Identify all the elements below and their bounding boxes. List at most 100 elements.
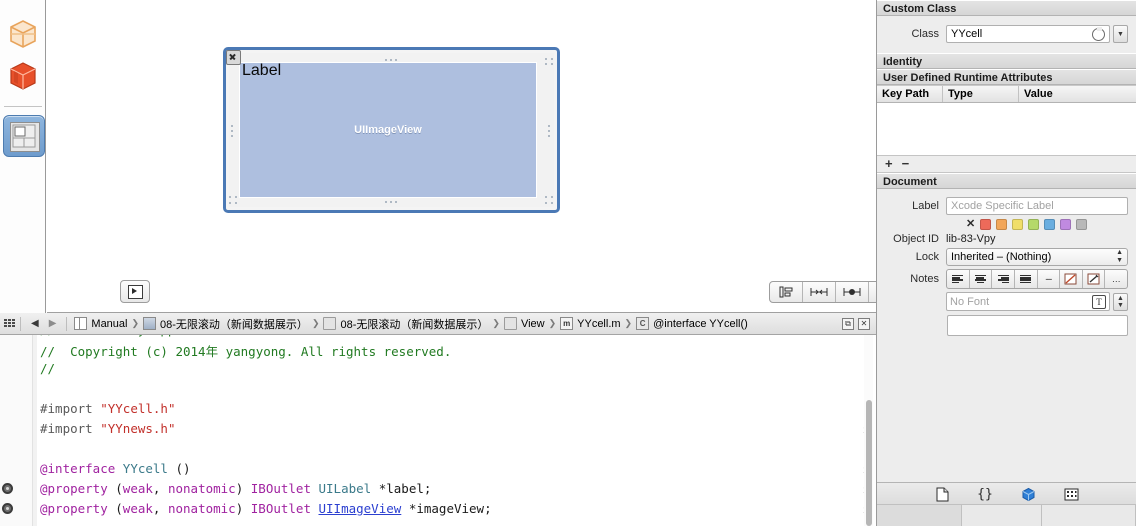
code-token: "YYnews.h" [100,421,176,436]
color-swatch-blue[interactable] [1044,219,1056,230]
lock-select[interactable]: Inherited – (Nothing) ▲ ▼ [946,248,1128,266]
code-token: weak [122,481,153,496]
jumpbar-item-project[interactable]: 08-无限滚动（新闻数据展示） [141,316,310,332]
object-library-icon[interactable] [3,115,45,157]
column-key-path: Key Path [877,86,943,102]
editor-line[interactable]: // Copyright (c) 2014年 yangyong. All rig… [40,341,451,360]
related-items-icon[interactable] [4,319,15,328]
notes-row: Notes --- … [877,269,1136,289]
folder-icon [503,317,517,330]
editor-line[interactable]: #import "YYnews.h" [40,421,175,436]
text-color-button[interactable] [1060,270,1083,288]
navigate-back-button[interactable]: ◀ [26,318,44,329]
editor-line[interactable]: @interface YYcell () [40,461,191,476]
add-attribute-button[interactable]: + [885,157,893,170]
lock-row: Lock Inherited – (Nothing) ▲ ▼ [877,248,1136,266]
class-dropdown-button[interactable]: ▼ [1113,25,1128,43]
editor-code-area[interactable]: // Created by apple on 14-8-3. // Copyrig… [40,335,876,526]
file-template-library-icon[interactable] [5,16,41,52]
uiimageview-element[interactable]: UIImageView [239,62,537,198]
pin-button[interactable] [803,282,836,302]
jumpbar-item-label: 08-无限滚动（新闻数据展示） [160,318,308,331]
jumpbar-item-file[interactable]: m YYcell.m [558,317,622,330]
add-editor-button[interactable]: ⧉ [842,317,854,330]
zoom-triangle-icon [132,288,137,294]
jumpbar-item-label: 08-无限滚动（新闻数据展示） [340,318,489,331]
notes-text-area[interactable] [947,315,1128,336]
chevron-right-icon: ❯ [311,318,320,328]
jumpbar-right-controls: ⧉ ✕ [842,317,876,330]
no-color-icon[interactable]: ✕ [966,219,975,230]
chevron-right-icon: ❯ [548,318,557,328]
notes-font-input[interactable]: No Font T [946,292,1110,311]
chevron-right-icon: ❯ [492,318,500,328]
interface-builder-canvas[interactable]: UIImageView Label [47,0,902,313]
editor-line[interactable]: @property (weak, nonatomic) IBOutlet UIL… [40,481,431,496]
bottom-cell-3[interactable] [1042,505,1136,526]
uilabel-element[interactable]: Label [242,63,281,79]
line-style-button[interactable]: --- [1038,270,1061,288]
class-label: Class [911,28,939,40]
document-label-input[interactable]: Xcode Specific Label [946,197,1128,215]
text-color-icon [1064,273,1077,285]
canvas-zoom-button[interactable] [120,280,150,303]
notes-more-button[interactable]: … [1105,270,1127,288]
color-swatch-yellow[interactable] [1012,219,1024,230]
code-token: @property [40,501,116,516]
color-swatch-orange[interactable] [996,219,1008,230]
align-center-button[interactable] [970,270,993,288]
editor-line-partial: // Created by apple on 14-8-3. [40,335,273,337]
color-swatch-gray[interactable] [1076,219,1088,230]
jumpbar-item-manual[interactable]: Manual [72,317,129,330]
remove-attribute-button[interactable]: − [902,157,910,170]
close-icon[interactable] [226,50,241,65]
align-button[interactable] [770,282,803,302]
bottom-cell-2[interactable] [962,505,1042,526]
align-right-button[interactable] [992,270,1015,288]
code-token: *label; [378,481,432,496]
class-input[interactable]: YYcell [946,25,1110,43]
code-editor[interactable]: // Created by apple on 14-8-3. // Copyrig… [0,335,876,526]
breakpoint-marker[interactable] [2,503,13,514]
project-icon [143,317,157,330]
code-token: *imageView; [401,501,492,516]
jumpbar-item-symbol[interactable]: C @interface YYcell() [634,317,750,330]
jumpbar-item-view[interactable]: View [502,317,547,330]
object-id-caption: Object ID [893,233,939,245]
code-snippet-library-icon[interactable] [5,58,41,94]
refresh-icon[interactable] [1092,26,1105,41]
align-left-button[interactable] [947,270,970,288]
editor-scrollbar-thumb[interactable] [866,400,872,526]
color-swatch-purple[interactable] [1060,219,1072,230]
background-color-button[interactable] [1083,270,1106,288]
editor-gutter[interactable] [0,335,33,526]
code-token: ) [235,501,251,516]
code-token: #import [40,401,101,416]
navigate-forward-button[interactable]: ▶ [44,318,62,329]
color-swatch-red[interactable] [980,219,992,230]
code-token: @property [40,481,116,496]
font-panel-icon[interactable]: T [1092,294,1106,309]
identity-inspector-tab[interactable] [1020,487,1037,502]
runtime-attributes-table-body[interactable] [877,103,1136,156]
file-inspector-tab[interactable] [934,487,951,502]
attributes-inspector-tab[interactable] [1063,487,1080,502]
close-editor-button[interactable]: ✕ [858,317,870,330]
code-token: #import [40,421,101,436]
notes-font-stepper[interactable]: ▲ ▼ [1113,292,1128,311]
color-swatch-green[interactable] [1028,219,1040,230]
table-view-cell[interactable]: UIImageView Label [223,47,560,213]
editor-line[interactable]: #import "YYcell.h" [40,401,175,416]
editor-line[interactable]: @property (weak, nonatomic) IBOutlet UII… [40,501,492,516]
editor-line[interactable]: // [40,361,55,376]
jumpbar-item-label: Manual [91,317,128,330]
code-token: ( [115,481,123,496]
bottom-cell-1[interactable] [877,505,962,526]
quick-help-tab[interactable]: {} [977,487,994,502]
resolve-auto-layout-issues-button[interactable] [836,282,869,302]
custom-class-header: Custom Class [877,0,1136,16]
notes-font-value: No Font [950,295,990,308]
breakpoint-marker[interactable] [2,483,13,494]
jumpbar-item-group[interactable]: 08-无限滚动（新闻数据展示） [321,316,490,332]
align-justify-button[interactable] [1015,270,1038,288]
